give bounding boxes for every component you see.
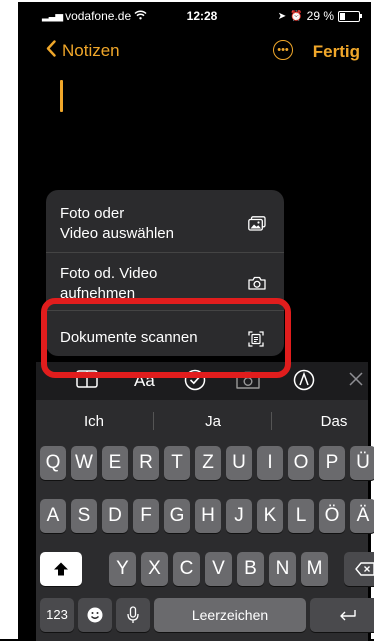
key-y[interactable]: Y [109,552,136,586]
key-e[interactable]: E [102,446,128,480]
key-c[interactable]: C [173,552,200,586]
key-o[interactable]: O [288,446,314,480]
suggestion[interactable]: Das [284,413,374,430]
suggestion-bar: Ich Ja Das [36,400,368,440]
key-v[interactable]: V [205,552,232,586]
menu-item-take-photo[interactable]: Foto od. Video aufnehmen [46,264,284,298]
key-q[interactable]: Q [40,446,66,480]
key-i[interactable]: I [257,446,283,480]
key-ä[interactable]: Ä [350,499,374,533]
key-l[interactable]: L [288,499,314,533]
emoji-key[interactable] [78,598,112,632]
key-n[interactable]: N [269,552,296,586]
status-bar: ▂▃▅ vodafone.de 12:28 ➤ ⏰ 29 % [36,4,368,28]
key-s[interactable]: S [71,499,97,533]
key-f[interactable]: F [133,499,159,533]
alarm-icon: ⏰ [290,10,303,22]
battery-icon [338,10,362,22]
key-w[interactable]: W [71,446,97,480]
shift-key[interactable] [40,552,82,586]
return-icon [339,604,357,625]
location-icon: ➤ [277,10,287,22]
key-z[interactable]: Z [195,446,221,480]
key-k[interactable]: K [257,499,283,533]
key-t[interactable]: T [164,446,190,480]
backspace-key[interactable] [344,552,374,586]
key-ö[interactable]: Ö [319,499,345,533]
key-g[interactable]: G [164,499,190,533]
navigation-bar: Notizen ••• Fertig [36,38,368,66]
camera-icon [248,276,266,290]
key-h[interactable]: H [195,499,221,533]
key-r[interactable]: R [133,446,159,480]
key-x[interactable]: X [141,552,168,586]
menu-divider [46,252,284,253]
battery-percent: 29 % [306,9,334,23]
suggestion[interactable]: Ja [163,413,263,430]
numbers-key[interactable]: 123 [40,598,74,632]
suggestion-divider [153,412,154,430]
key-ü[interactable]: Ü [350,446,374,480]
key-p[interactable]: P [319,446,345,480]
key-m[interactable]: M [301,552,328,586]
text-cursor [60,80,63,112]
highlight-box [41,298,291,378]
back-button[interactable]: Notizen [46,40,120,62]
markup-icon[interactable] [293,369,315,395]
emoji-icon [87,604,103,625]
menu-item-choose-photo[interactable]: Foto oder Video auswählen [46,204,284,244]
ellipsis-circle-icon: ••• [277,44,289,56]
key-j[interactable]: J [226,499,252,533]
shift-icon [53,558,69,579]
close-icon[interactable] [348,371,364,391]
key-a[interactable]: A [40,499,66,533]
more-options-button[interactable]: ••• [273,40,293,60]
chevron-left-icon [46,40,56,62]
microphone-icon [127,604,139,625]
return-key[interactable] [310,598,374,632]
key-u[interactable]: U [226,446,252,480]
photo-library-icon [248,216,266,231]
key-b[interactable]: B [237,552,264,586]
done-button[interactable]: Fertig [313,42,360,62]
key-d[interactable]: D [102,499,128,533]
screen: ▂▃▅ vodafone.de 12:28 ➤ ⏰ 29 % Notizen •… [0,0,374,641]
dictation-key[interactable] [116,598,150,632]
delete-icon [355,558,374,579]
keyboard: Ich Ja Das QWERTZUIOPÜ ASDFGHJKLÖÄ YXCVB… [36,400,374,641]
suggestion-divider [271,412,272,430]
space-key[interactable]: Leerzeichen [154,598,306,632]
back-label: Notizen [62,41,120,60]
suggestion[interactable]: Ich [44,413,144,430]
battery-fill [340,12,345,20]
